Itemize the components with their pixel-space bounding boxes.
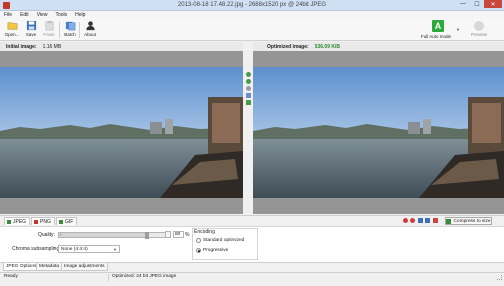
compress-to-size-label: Compress to size	[453, 218, 491, 224]
status-bar: Ready Optimized: 24 bit JPEG image	[0, 272, 504, 281]
radio-icon	[196, 238, 201, 243]
user-icon	[85, 21, 95, 31]
paste-label: Paste	[43, 32, 55, 37]
chevron-left-icon: ‹	[60, 232, 62, 238]
gif-icon	[59, 220, 63, 224]
batch-label: Batch	[64, 32, 76, 37]
close-button[interactable]: ✕	[484, 0, 502, 8]
window-controls: — ☐ ✕	[456, 0, 502, 8]
chroma-subsampling-label: Chroma subsampling:	[12, 246, 61, 252]
quality-input[interactable]: 80	[173, 231, 184, 238]
optimized-image-size: 536.09 KiB	[314, 44, 340, 50]
menu-help[interactable]: Help	[71, 11, 89, 19]
flip-icon[interactable]	[425, 218, 430, 223]
tab-metadata[interactable]: Metadata	[36, 263, 63, 271]
paste-icon	[45, 20, 53, 31]
encoding-standard-label: Standard optimized	[203, 238, 245, 243]
full-auto-mode-button[interactable]: Full Auto mode	[421, 34, 451, 39]
pane-background	[253, 51, 504, 67]
split-view-icon[interactable]	[245, 100, 251, 105]
pane-background	[0, 198, 243, 214]
optimized-photo	[253, 67, 504, 198]
preview-label: Preview	[470, 32, 487, 37]
tab-png[interactable]: PNG	[31, 217, 55, 225]
minimize-button[interactable]: —	[456, 0, 470, 8]
preview-button[interactable]: Preview	[468, 21, 490, 39]
menu-file[interactable]: File	[0, 11, 16, 19]
initial-image-header: Initial image: 1.16 MB	[0, 42, 243, 51]
quality-slider-thumb[interactable]	[145, 232, 149, 239]
jpeg-icon	[7, 220, 11, 224]
menu-edit[interactable]: Edit	[16, 11, 33, 19]
chroma-subsampling-value: None (4:4:4)	[61, 247, 88, 252]
optimized-image-header: Optimized image: 536.09 KiB	[253, 42, 504, 51]
full-auto-mode-icon[interactable]: A	[432, 20, 444, 32]
initial-image-label: Initial image:	[6, 44, 37, 50]
redo-icon[interactable]	[410, 218, 415, 223]
chevron-down-icon: ▼	[113, 247, 117, 252]
save-icon	[26, 20, 36, 31]
optimized-image-label: Optimized image:	[267, 44, 309, 50]
tab-jpeg[interactable]: JPEG	[4, 217, 31, 225]
fit-icon[interactable]	[245, 86, 251, 91]
resize-grip-icon[interactable]	[497, 275, 502, 280]
save-button[interactable]: Save	[21, 20, 41, 40]
chroma-subsampling-select[interactable]: None (4:4:4) ▼	[58, 245, 120, 253]
reset-icon[interactable]	[433, 218, 438, 223]
maximize-button[interactable]: ☐	[470, 0, 484, 8]
paste-button[interactable]: Paste	[39, 20, 59, 40]
tab-jpeg-label: JPEG	[13, 219, 27, 225]
preview-icon	[474, 21, 484, 31]
tab-gif[interactable]: GIF	[56, 217, 78, 225]
radio-icon	[196, 248, 201, 253]
initial-image-size: 1.16 MB	[42, 44, 62, 50]
batch-button[interactable]: Batch	[60, 20, 80, 40]
undo-icon[interactable]	[403, 218, 408, 223]
tab-image-adjustments[interactable]: Image adjustments	[61, 263, 108, 271]
png-icon	[34, 220, 38, 224]
compress-to-size-button[interactable]: Compress to size	[445, 217, 492, 225]
compress-icon	[446, 218, 452, 224]
quality-label: Quality:	[38, 232, 55, 238]
view-tools-strip	[243, 51, 253, 214]
initial-photo	[0, 67, 243, 198]
quality-slider[interactable]: ‹	[58, 232, 170, 239]
title-bar: 2013-08-18 17.48.22.jpg - 2688x1520 px @…	[0, 0, 504, 11]
options-tab-strip: JPEG Options Metadata Image adjustments	[0, 262, 504, 271]
menu-bar: File Edit View Tools Help	[0, 11, 504, 19]
encoding-progressive-radio[interactable]: Progressive	[196, 248, 228, 253]
open-label: Open...	[4, 32, 20, 37]
status-info: Optimized: 24 bit JPEG image	[108, 274, 176, 281]
menu-view[interactable]: View	[33, 11, 52, 19]
encoding-progressive-label: Progressive	[203, 248, 229, 253]
status-ready: Ready	[4, 274, 18, 279]
initial-image-pane[interactable]	[0, 51, 243, 214]
tab-png-label: PNG	[40, 219, 51, 225]
chevron-down-icon[interactable]: ▼	[456, 27, 460, 32]
encoding-title: Encoding	[194, 229, 215, 235]
menu-tools[interactable]: Tools	[51, 11, 71, 19]
quality-unit: %	[185, 232, 190, 238]
pane-background	[0, 51, 243, 67]
actual-size-icon[interactable]	[245, 93, 251, 98]
folder-open-icon	[7, 22, 17, 30]
quality-stepper[interactable]	[165, 231, 171, 238]
quality-slider-fill	[59, 233, 147, 237]
about-label: About	[84, 32, 96, 37]
zoom-in-icon[interactable]	[245, 72, 251, 77]
tab-jpeg-options[interactable]: JPEG Options	[3, 263, 40, 271]
zoom-out-icon[interactable]	[245, 79, 251, 84]
save-label: Save	[25, 32, 37, 37]
rotate-icon[interactable]	[418, 218, 423, 223]
about-button[interactable]: About	[80, 20, 100, 40]
batch-icon	[65, 21, 75, 31]
open-button[interactable]: Open...	[2, 20, 22, 40]
window-title: 2013-08-18 17.48.22.jpg - 2688x1520 px @…	[177, 2, 327, 8]
tab-gif-label: GIF	[65, 219, 74, 225]
pane-background	[253, 198, 504, 214]
optimized-image-pane[interactable]	[253, 51, 504, 214]
encoding-standard-radio[interactable]: Standard optimized	[196, 238, 244, 243]
